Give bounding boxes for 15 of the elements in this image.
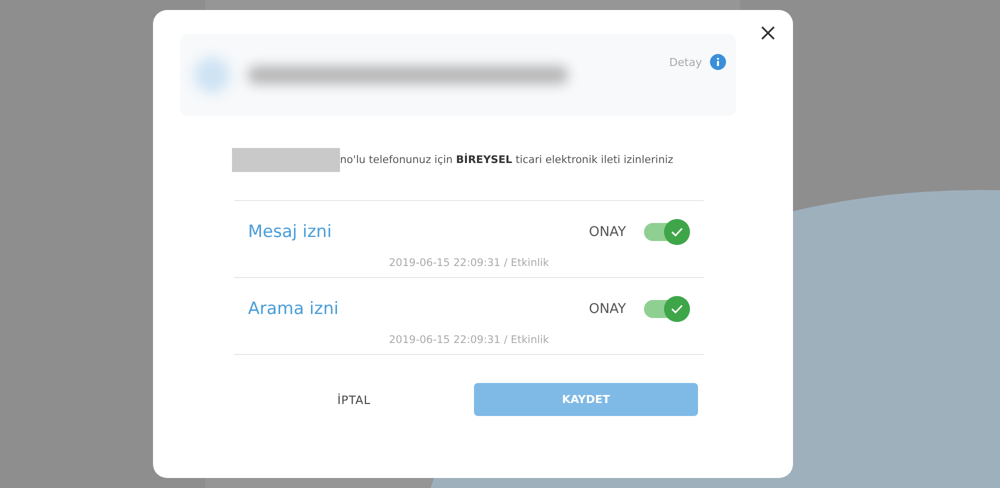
permission-title: Mesaj izni [248, 222, 333, 242]
permission-date: 2019-06-15 22:09:31 / Etkinlik [388, 334, 550, 346]
info-icon[interactable] [710, 54, 726, 70]
check-icon [671, 227, 683, 237]
save-button[interactable]: KAYDET [474, 383, 698, 416]
toggle-switch[interactable] [644, 296, 690, 322]
permission-status: ONAY [588, 224, 626, 240]
intro-text: no'lu telefonunuz için BİREYSEL ticari elektronik ileti izinleriniz [340, 154, 674, 166]
permission-title: Arama izni [248, 299, 340, 319]
check-icon [671, 304, 683, 314]
detail-link[interactable]: Detay [669, 56, 702, 68]
toggle-switch[interactable] [644, 219, 690, 245]
permission-date: 2019-06-15 22:09:31 / Etkinlik [388, 257, 550, 269]
permission-status: ONAY [588, 301, 626, 317]
cancel-button[interactable]: İPTAL [234, 392, 474, 408]
